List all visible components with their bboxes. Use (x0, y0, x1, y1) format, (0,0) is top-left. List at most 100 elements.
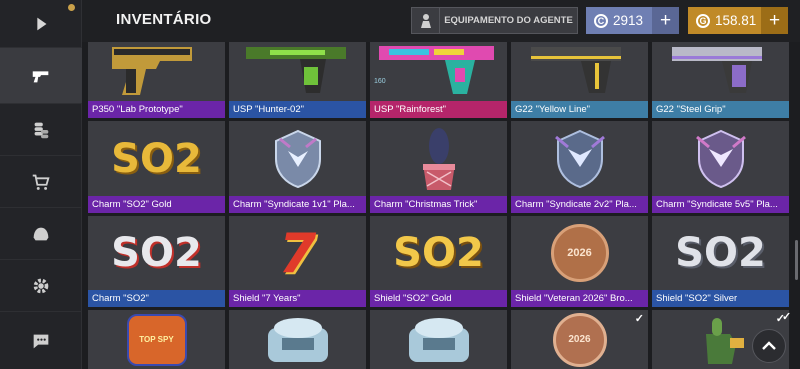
inventory-item[interactable]: Charm "Christmas Trick" (370, 121, 507, 213)
item-logo: 2026 (552, 312, 607, 367)
item-art (652, 121, 789, 196)
gold-currency: G 158.81 + (688, 7, 788, 34)
inventory-item[interactable]: SO2 Charm "SO2" (88, 216, 225, 307)
inventory-screen: INVENTÁRIO EQUIPAMENTO DO AGENTE C 2913 … (0, 0, 800, 369)
sidebar-item-agents[interactable] (0, 208, 82, 260)
item-name: Shield "SO2" Silver (652, 290, 789, 307)
add-silver-button[interactable]: + (652, 7, 679, 34)
inventory-item[interactable]: SO2 Shield "SO2" Silver (652, 216, 789, 307)
item-art (370, 310, 507, 369)
item-logo: 2026 (550, 224, 609, 282)
inventory-item[interactable]: 2026 Shield "Veteran 2026" Bro... (511, 216, 648, 307)
item-art: 2026 (511, 310, 648, 369)
chevron-up-icon (762, 341, 776, 350)
item-name: USP "Rainforest" (370, 101, 507, 118)
gold-balance: G 158.81 (688, 7, 761, 34)
item-art: 2026 (511, 216, 648, 290)
agent-equipment-button[interactable]: EQUIPAMENTO DO AGENTE (411, 7, 578, 34)
inventory-item[interactable] (229, 310, 366, 369)
inventory-item[interactable]: 2026 ✓ (511, 310, 648, 369)
item-art (229, 310, 366, 369)
item-art: 7 (229, 216, 366, 290)
agent-icon (412, 8, 440, 33)
scroll-to-top-button[interactable] (752, 329, 786, 363)
item-art (652, 42, 789, 101)
inventory-item[interactable]: SO2 Shield "SO2" Gold (370, 216, 507, 307)
inventory-item[interactable] (370, 310, 507, 369)
inventory-item[interactable]: USP "Hunter-02" (229, 42, 366, 118)
item-name: Charm "SO2" (88, 290, 225, 307)
item-art (370, 121, 507, 196)
item-name: USP "Hunter-02" (229, 101, 366, 118)
scrollbar[interactable] (795, 240, 798, 280)
sidebar-item-shop[interactable] (0, 156, 82, 208)
play-icon (37, 17, 47, 30)
sidebar (0, 0, 82, 369)
inventory-item[interactable]: Charm "Syndicate 2v2" Pla... (511, 121, 648, 213)
item-name: G22 "Yellow Line" (511, 101, 648, 118)
item-name: Charm "Syndicate 5v5" Pla... (652, 196, 789, 213)
silver-amount: 2913 (613, 13, 644, 28)
item-art: SO2 (88, 121, 225, 196)
item-art (229, 121, 366, 196)
inventory-item[interactable]: 160 USP "Rainforest" (370, 42, 507, 118)
sidebar-item-weapons[interactable] (0, 48, 82, 104)
item-art (88, 42, 225, 101)
item-art (370, 42, 507, 101)
sidebar-item-currency[interactable] (0, 104, 82, 156)
inventory-item[interactable]: TOP SPY (88, 310, 225, 369)
page-title: INVENTÁRIO (116, 11, 212, 28)
item-name: Shield "7 Years" (229, 290, 366, 307)
item-logo: TOP SPY (126, 313, 187, 366)
equipped-check-icon: ✓ (782, 311, 792, 323)
inventory-item[interactable]: G22 "Yellow Line" (511, 42, 648, 118)
item-art (511, 121, 648, 196)
helmet-icon (33, 227, 49, 240)
inventory-item[interactable]: G22 "Steel Grip" (652, 42, 789, 118)
item-art: SO2 (652, 216, 789, 290)
item-logo: SO2 (393, 230, 484, 276)
inventory-item[interactable]: Charm "Syndicate 1v1" Pla... (229, 121, 366, 213)
item-logo: SO2 (675, 230, 766, 276)
item-art: SO2 (88, 216, 225, 290)
silver-coin-icon: C (594, 13, 608, 28)
inventory-item[interactable]: SO2 Charm "SO2" Gold (88, 121, 225, 213)
agent-equipment-label: EQUIPAMENTO DO AGENTE (444, 15, 573, 26)
item-name: Shield "Veteran 2026" Bro... (511, 290, 648, 307)
item-art: TOP SPY (88, 310, 225, 369)
item-logo: SO2 (111, 135, 202, 182)
gold-coin-icon: G (696, 13, 710, 28)
sidebar-item-chat[interactable] (0, 312, 82, 369)
chat-icon (33, 334, 49, 348)
item-logo: SO2 (111, 230, 202, 276)
equipped-check-icon: ✓ (634, 313, 644, 325)
item-name: Charm "Syndicate 2v2" Pla... (511, 196, 648, 213)
notification-dot (68, 4, 75, 11)
play-button[interactable] (0, 0, 82, 48)
item-art (229, 42, 366, 101)
inventory-item[interactable]: P350 "Lab Prototype" (88, 42, 225, 118)
pistol-icon (32, 70, 49, 82)
cart-icon (32, 174, 50, 190)
inventory-grid: P350 "Lab Prototype" USP "Hunter-02" 160… (82, 42, 800, 369)
item-name: Charm "SO2" Gold (88, 196, 225, 213)
inventory-item[interactable]: Charm "Syndicate 5v5" Pla... (652, 121, 789, 213)
item-art: SO2 (370, 216, 507, 290)
top-bar: INVENTÁRIO EQUIPAMENTO DO AGENTE C 2913 … (82, 0, 800, 42)
item-name: P350 "Lab Prototype" (88, 101, 225, 118)
gold-amount: 158.81 (715, 13, 757, 28)
item-badge: 160 (374, 78, 386, 85)
coins-icon (34, 122, 49, 138)
item-name: Charm "Syndicate 1v1" Pla... (229, 196, 366, 213)
add-gold-button[interactable]: + (761, 7, 788, 34)
item-name: Shield "SO2" Gold (370, 290, 507, 307)
sidebar-item-settings[interactable] (0, 260, 82, 312)
item-logo: 7 (278, 221, 317, 285)
inventory-item[interactable]: 7 Shield "7 Years" (229, 216, 366, 307)
silver-currency: C 2913 + (586, 7, 679, 34)
item-art (511, 42, 648, 101)
gear-icon (33, 278, 49, 293)
item-name: G22 "Steel Grip" (652, 101, 789, 118)
silver-balance: C 2913 (586, 7, 652, 34)
item-name: Charm "Christmas Trick" (370, 196, 507, 213)
